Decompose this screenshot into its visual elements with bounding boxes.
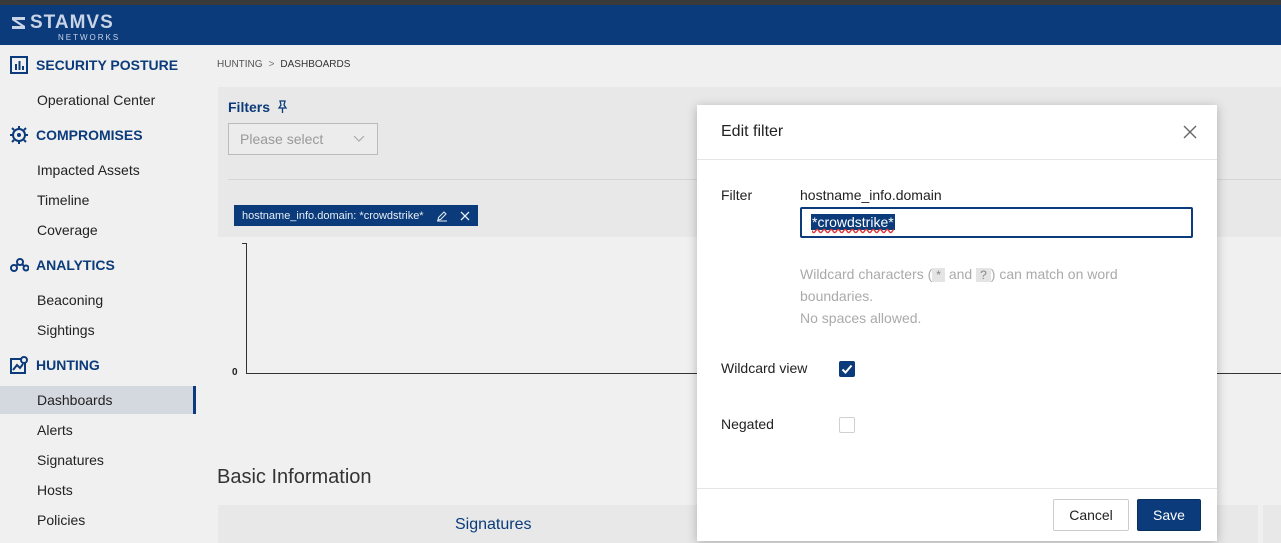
filter-field-name: hostname_info.domain	[800, 187, 942, 203]
negated-checkbox[interactable]	[839, 417, 855, 433]
wildcard-view-checkbox[interactable]	[839, 361, 855, 377]
close-icon[interactable]	[1183, 125, 1197, 139]
negated-label: Negated	[721, 416, 774, 432]
filter-value-text: *crowdstrike*	[811, 214, 895, 230]
filter-value-input[interactable]: *crowdstrike*	[800, 207, 1193, 238]
dialog-title: Edit filter	[721, 123, 784, 140]
save-button[interactable]: Save	[1137, 499, 1201, 531]
help-question-code: ?	[976, 268, 991, 282]
cancel-button[interactable]: Cancel	[1053, 499, 1129, 531]
filter-label: Filter	[721, 187, 753, 203]
checkmark-icon	[841, 364, 853, 374]
help-no-spaces: No spaces allowed.	[800, 310, 922, 326]
dialog-footer: Cancel Save	[697, 488, 1217, 541]
dialog-header: Edit filter	[697, 105, 1217, 160]
edit-filter-dialog: Edit filter Filter hostname_info.domain …	[697, 105, 1217, 541]
wildcard-help-text: Wildcard characters (* and ?) can match …	[800, 263, 1180, 329]
wildcard-view-label: Wildcard view	[721, 360, 808, 376]
help-and: and	[948, 266, 973, 282]
help-star-code: *	[932, 268, 945, 282]
help-prefix: Wildcard characters (	[800, 266, 933, 282]
